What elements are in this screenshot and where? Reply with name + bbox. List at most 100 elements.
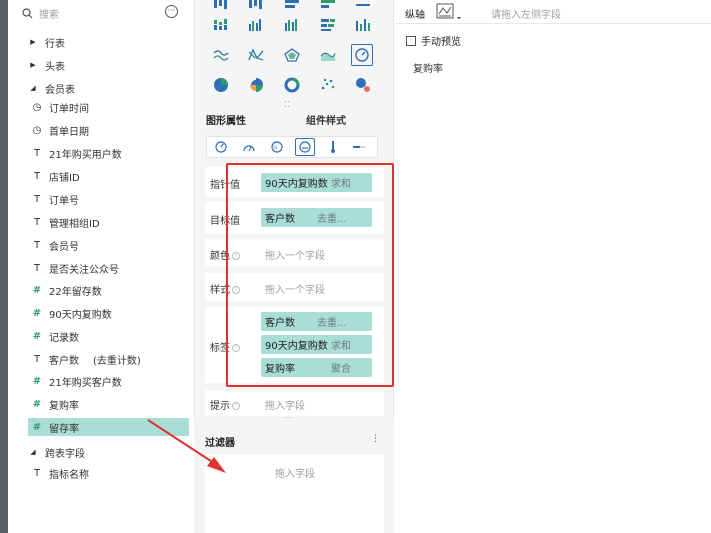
search-input[interactable]: 搜索 (39, 6, 59, 21)
gauge-subtype-2-icon[interactable] (241, 140, 257, 154)
tree-field[interactable]: T 管理相组ID (8, 213, 186, 231)
chart-type-pie-icon[interactable] (212, 76, 230, 94)
tooltip-label: 提示? (210, 397, 240, 412)
gauge-subtype-bar: % (206, 136, 378, 158)
gauge-subtype-4-icon[interactable] (295, 138, 315, 156)
chart-type-stacked-icon[interactable] (212, 16, 230, 34)
text-type-icon: T (33, 147, 41, 159)
tree-label: 会员表 (45, 84, 75, 96)
expand-down-icon: ◢ (30, 84, 36, 92)
tree-field[interactable]: #90天内复购数 (8, 304, 186, 322)
tree-field[interactable]: T 指标名称 (8, 464, 186, 482)
svg-text:%: % (274, 145, 278, 150)
tree-field[interactable]: T 会员号 (8, 236, 186, 254)
tree-field[interactable]: # 复购率 (8, 395, 186, 413)
tree-label: 管理相组ID (49, 218, 100, 230)
text-type-icon: T (33, 262, 41, 274)
chart-type-donut-icon[interactable] (283, 76, 301, 94)
y-axis-chart-type-icon[interactable] (436, 3, 462, 24)
manual-preview-label: 手动预览 (421, 37, 461, 48)
tree-field[interactable]: T 是否关注公众号 (8, 259, 186, 277)
tree-field[interactable]: # 留存率 (28, 418, 189, 436)
search-box[interactable]: 搜索 (22, 5, 165, 21)
text-type-icon: T (33, 467, 41, 479)
highlight-box (226, 163, 394, 387)
y-axis-label: 纵轴 (405, 10, 425, 21)
tree-table-node[interactable]: ◢ 会员表 (8, 79, 186, 97)
tree-label: 首单日期 (49, 126, 89, 138)
chart-type-rose-icon[interactable] (247, 76, 265, 94)
calculated-field-icon: # (32, 398, 42, 410)
tab-graphic-props[interactable]: 图形属性 (206, 112, 246, 127)
tree-field[interactable]: T 店铺ID (8, 167, 186, 185)
filter-drop-zone[interactable]: 拖入字段 (205, 454, 384, 533)
gauge-subtype-thermometer-icon[interactable] (325, 140, 341, 154)
chart-type-gauge-icon[interactable] (351, 44, 373, 66)
chart-type-bubble-icon[interactable] (354, 76, 372, 94)
expand-down-icon: ◢ (30, 448, 36, 456)
tree-field[interactable]: ◷ 订单时间 (8, 98, 186, 116)
manual-preview-checkbox[interactable] (406, 35, 416, 46)
tree-label: 会员号 (49, 241, 79, 253)
text-type-icon: T (33, 170, 41, 182)
gauge-subtype-progress-icon[interactable] (351, 140, 367, 154)
chart-type-wave-icon[interactable] (212, 46, 230, 64)
tree-field[interactable]: #21年购买客户数 (8, 372, 186, 390)
number-type-icon: # (32, 284, 42, 296)
tab-component-style[interactable]: 组件样式 (306, 112, 346, 127)
chart-type-radar-line-icon[interactable] (247, 46, 265, 64)
chart-type-hstacked-icon[interactable] (319, 16, 337, 34)
tree-field[interactable]: T 订单号 (8, 190, 186, 208)
app-root: 搜索 ··· ▶ 行表 ▶ 头表 ◢ 会员表 ◷ 订单时间 ◷ 首单日期 T 21年购买用户数 T 店铺I… (0, 0, 711, 533)
y-axis-drop-zone[interactable]: 请拖入左侧字段 (491, 6, 561, 21)
chart-type-scatter-icon[interactable] (319, 76, 337, 94)
tree-label: 21年购买用户数 (49, 149, 122, 161)
tree-label: 客户数 (49, 355, 79, 367)
gauge-subtype-3-icon[interactable]: % (269, 140, 285, 154)
help-icon[interactable]: ? (232, 402, 240, 410)
more-vertical-icon[interactable]: ⋮ (371, 434, 380, 444)
tree-table-node[interactable]: ◢ 跨表字段 (8, 443, 186, 461)
chart-type-radar-icon[interactable] (283, 46, 301, 64)
chart-type-bar3-icon[interactable] (283, 0, 301, 14)
chart-type-line-icon[interactable] (354, 0, 372, 14)
tree-field[interactable]: #22年留存数 (8, 281, 186, 299)
tooltip-row: 提示? 拖入字段 (205, 390, 384, 416)
tree-field[interactable]: T 客户数 (去重计数) (8, 350, 186, 368)
clock-icon: ◷ (32, 124, 42, 136)
tree-field[interactable]: ◷ 首单日期 (8, 121, 186, 139)
manual-preview-toggle[interactable]: 手动预览 (406, 33, 461, 48)
chart-type-column-icon[interactable] (247, 16, 265, 34)
chart-type-area-icon[interactable] (319, 46, 337, 64)
text-type-icon: T (33, 216, 41, 228)
chart-type-grid (195, 0, 395, 100)
calculated-field-icon: # (32, 421, 42, 433)
tree-label: 复购率 (49, 400, 79, 412)
tree-label: 指标名称 (49, 469, 89, 481)
tooltip-drop-zone[interactable]: 拖入字段 (265, 397, 305, 412)
tree-label: 订单号 (49, 195, 79, 207)
number-type-icon: # (32, 330, 42, 342)
tree-label: 跨表字段 (45, 448, 85, 460)
chart-type-bar2-icon[interactable] (247, 0, 265, 14)
expand-right-icon: ▶ (30, 38, 36, 46)
chart-type-bar-compare-icon[interactable] (354, 16, 372, 34)
tree-label: 是否关注公众号 (49, 264, 119, 276)
tree-field[interactable]: # 记录数 (8, 327, 186, 345)
tree-table-node[interactable]: ▶ 头表 (8, 56, 186, 74)
calculated-field-icon: # (32, 375, 42, 387)
more-horizontal-icon[interactable]: ··· (165, 5, 178, 18)
tree-label: 90天内复购数 (49, 309, 112, 321)
left-edge-bar (0, 0, 8, 533)
tree-field[interactable]: T 21年购买用户数 (8, 144, 186, 162)
clock-icon: ◷ (32, 101, 42, 113)
chart-type-hbar-icon[interactable] (319, 0, 337, 14)
chart-type-column2-icon[interactable] (283, 16, 301, 34)
tree-table-node[interactable]: ▶ 行表 (8, 33, 186, 51)
chart-type-bar-icon[interactable] (212, 0, 230, 14)
tree-label: 店铺ID (49, 172, 80, 184)
text-type-icon: T (33, 193, 41, 205)
tree-label: 记录数 (49, 332, 79, 344)
gauge-subtype-1-icon[interactable] (213, 140, 229, 154)
field-panel: 搜索 ··· ▶ 行表 ▶ 头表 ◢ 会员表 ◷ 订单时间 ◷ 首单日期 T 21年购买用户数 T 店铺I… (8, 0, 199, 533)
